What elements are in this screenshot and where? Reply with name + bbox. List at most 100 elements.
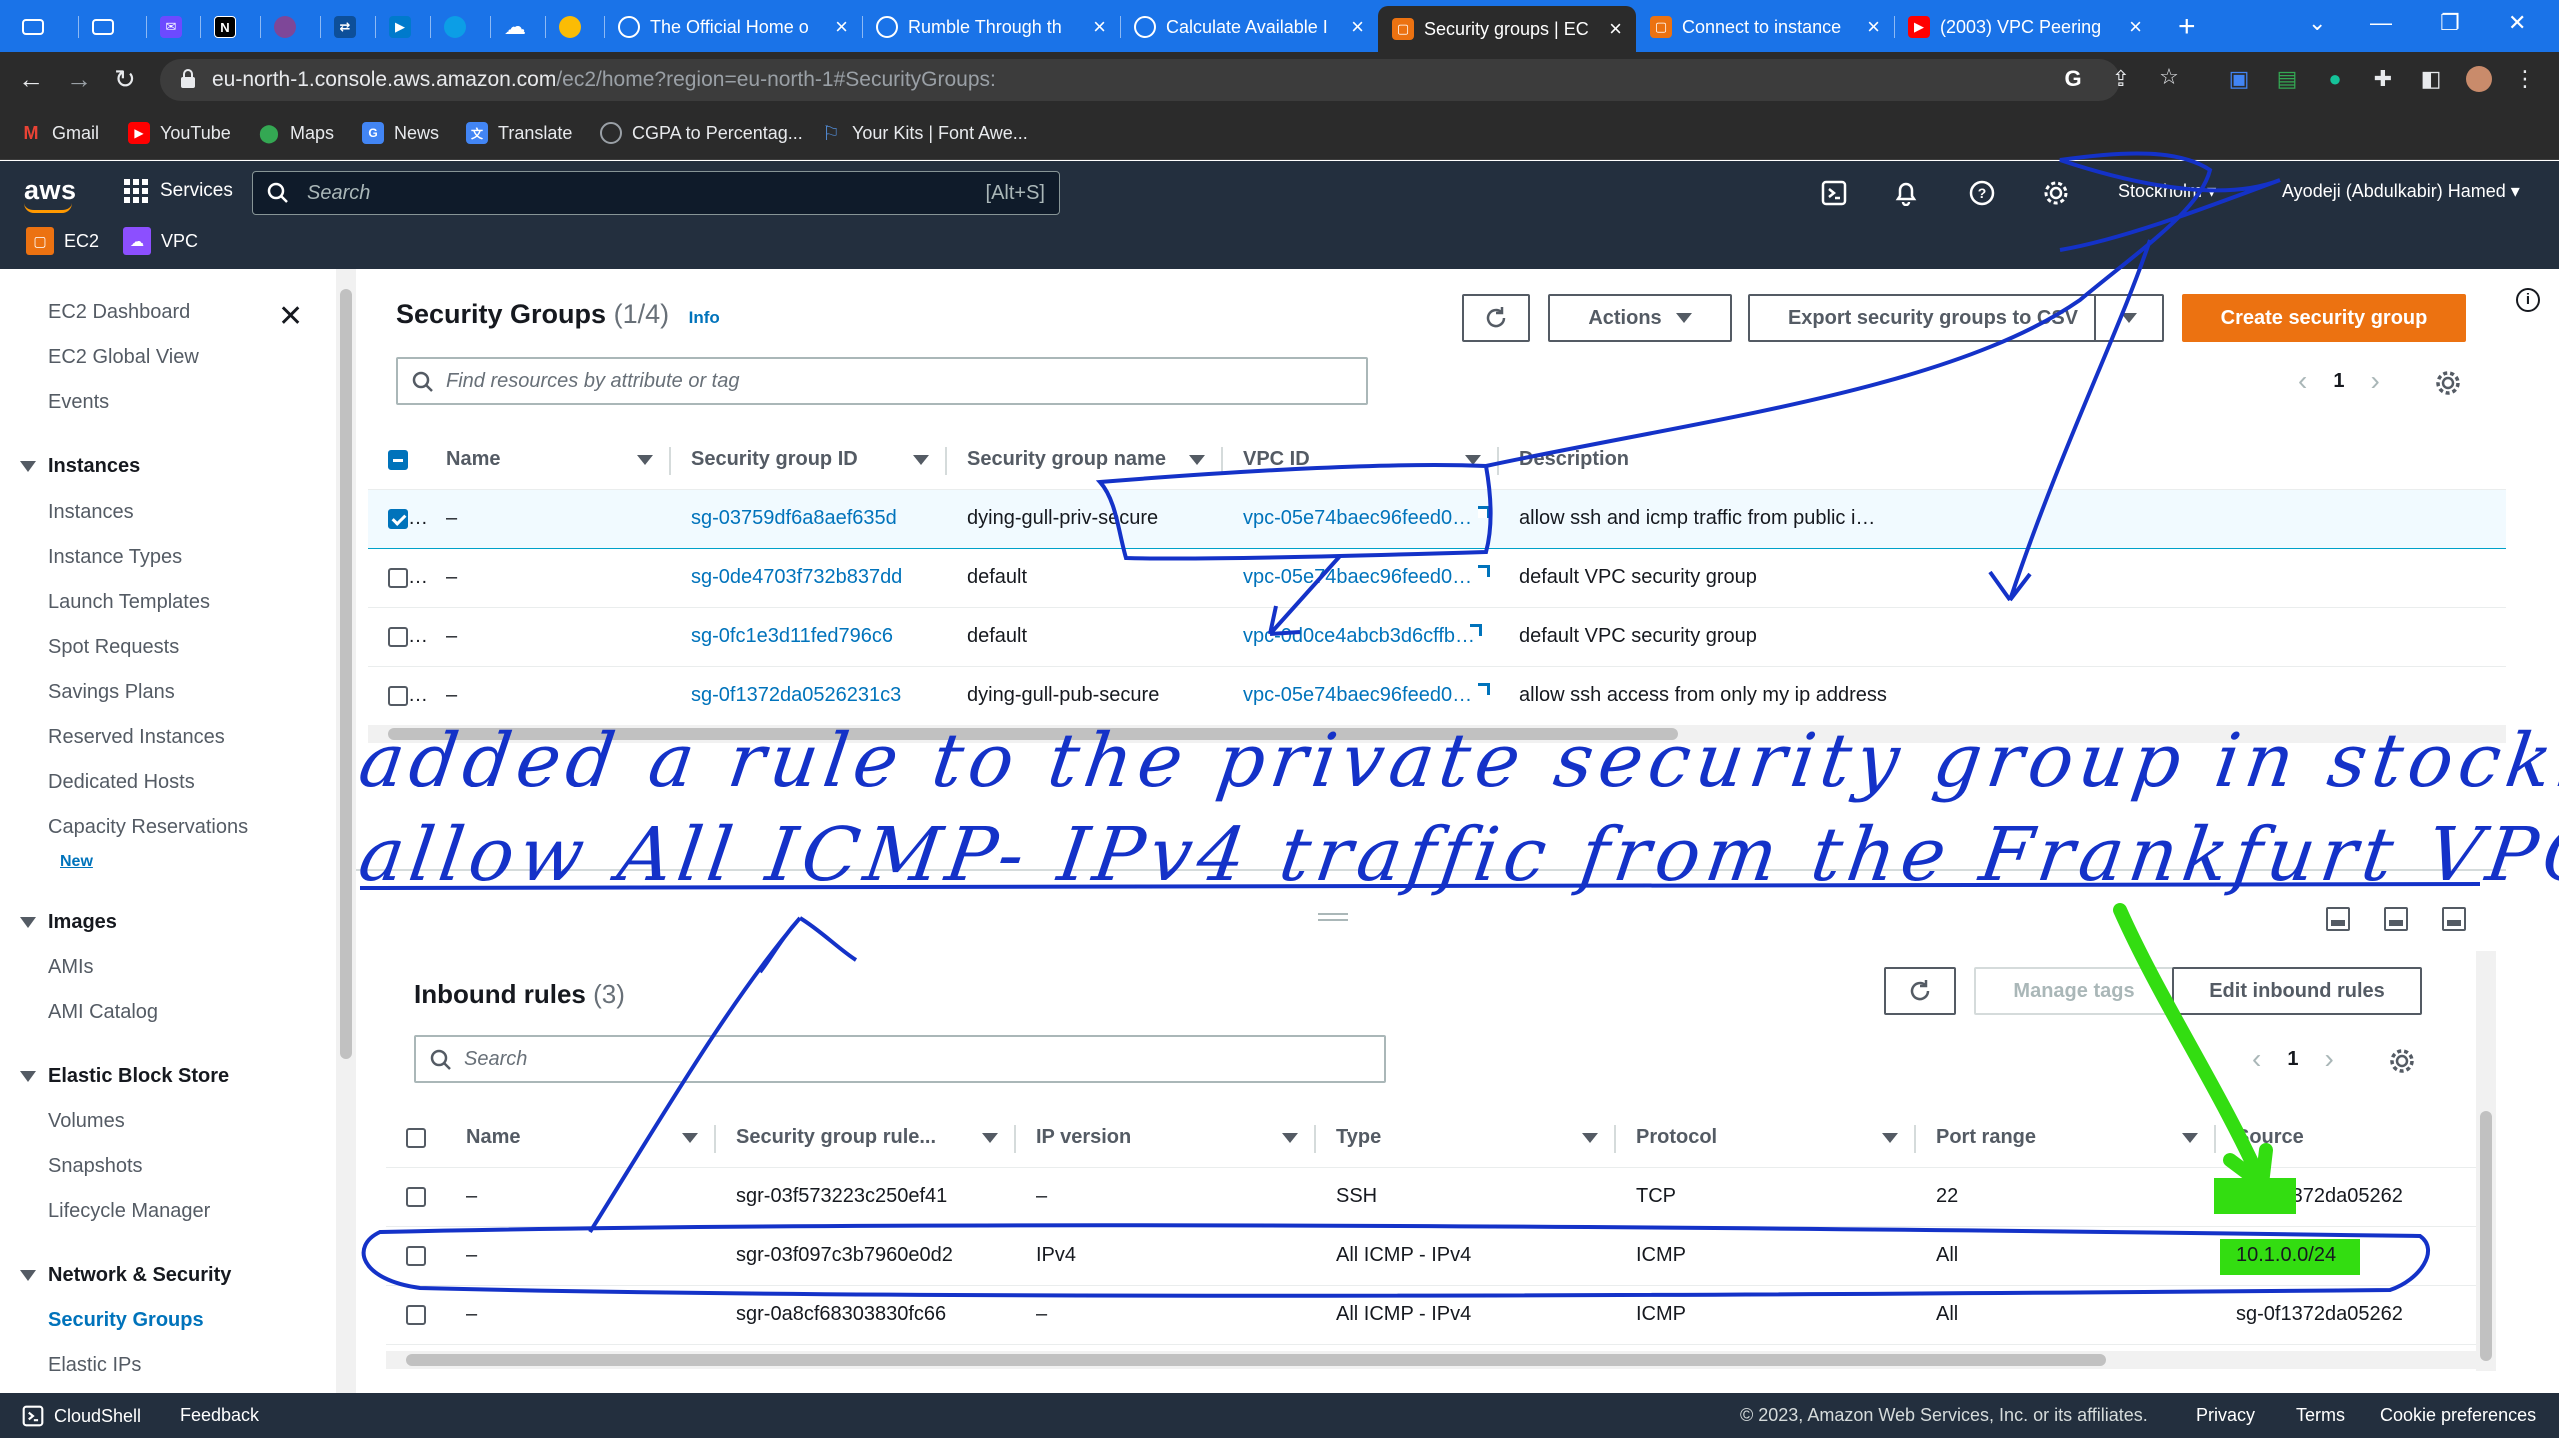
close-icon[interactable]: × [2129,14,2142,40]
sidebar-item-lifecycle-manager[interactable]: Lifecycle Manager [48,1200,210,1223]
gear-icon[interactable] [2388,1047,2416,1075]
aws-logo[interactable]: aws [24,175,77,213]
help-icon[interactable]: ? [1966,177,1998,209]
panel-vertical-scrollbar[interactable] [2476,951,2496,1371]
sidebar-section-images[interactable]: Images [20,911,117,934]
table-row[interactable]: – sg-0fc1e3d11fed796c6 default vpc-0d0ce… [368,607,2506,667]
column-header-name[interactable]: Name [446,1109,716,1168]
extensions-icon[interactable]: ✚ [2370,66,2396,92]
vpc-id-link[interactable]: vpc-05e74baec96feed08 [1223,666,1499,726]
browser-tab[interactable]: Calculate Available I × [1120,6,1378,48]
sidebar-item-spot-requests[interactable]: Spot Requests [48,636,179,659]
bookmark-translate[interactable]: 文 Translate [466,122,572,144]
region-selector[interactable]: Stockholm ▾ [2118,181,2216,202]
info-link[interactable]: Info [689,308,720,327]
row-checkbox[interactable] [406,1245,426,1266]
browser-tab[interactable]: The Official Home o × [604,6,862,48]
edit-inbound-rules-button[interactable]: Edit inbound rules [2172,967,2422,1015]
row-checkbox[interactable] [406,1186,426,1207]
star-icon[interactable]: ☆ [2156,64,2182,90]
forward-icon[interactable]: → [66,64,92,95]
table-row[interactable]: – sg-0f1372da0526231c3 dying-gull-pub-se… [368,666,2506,726]
vpc-id-link[interactable]: vpc-0d0ce4abcb3d6cffb [1223,607,1499,667]
export-dropdown-button[interactable] [2094,294,2164,342]
close-window-icon[interactable]: ✕ [2508,10,2526,36]
table-row[interactable]: – sgr-03f573223c250ef41 – SSH TCP 22 sg-… [386,1167,2476,1227]
privacy-link[interactable]: Privacy [2196,1405,2255,1426]
sg-id-link[interactable]: sg-0f1372da0526231c3 [671,666,947,726]
close-icon[interactable]: × [1609,16,1622,42]
sidebar-item-reserved-instances[interactable]: Reserved Instances [48,726,225,749]
bookmark-youtube[interactable]: ▶ YouTube [128,122,231,144]
minimize-icon[interactable]: — [2370,10,2392,36]
scroll-thumb[interactable] [340,289,352,1059]
account-menu[interactable]: Ayodeji (Abdulkabir) Hamed ▾ [2282,181,2520,202]
menu-icon[interactable]: ⋮ [2512,66,2538,92]
grammarly-icon[interactable]: ● [2322,66,2348,92]
scroll-thumb[interactable] [406,1354,2106,1366]
info-icon[interactable]: i [2516,288,2540,312]
sidebar-item-snapshots[interactable]: Snapshots [48,1155,143,1178]
sidebar-item-events[interactable]: Events [48,391,109,414]
column-header-rule-id[interactable]: Security group rule... [716,1109,1016,1168]
browser-tab[interactable] [78,6,146,48]
back-icon[interactable]: ← [18,64,44,95]
sg-id-link[interactable]: sg-0fc1e3d11fed796c6 [671,607,947,667]
table-row[interactable]: – sg-0de4703f732b837dd default vpc-05e74… [368,548,2506,608]
filter-input[interactable]: Find resources by attribute or tag [396,357,1368,405]
row-checkbox[interactable] [388,626,408,647]
close-icon[interactable]: × [1351,14,1364,40]
reload-icon[interactable]: ↻ [114,64,136,95]
cookie-preferences-link[interactable]: Cookie preferences [2380,1405,2536,1426]
sidebar-section-network-security[interactable]: Network & Security [20,1264,231,1287]
close-icon[interactable]: ✕ [278,299,303,334]
sg-id-link[interactable]: sg-03759df6a8aef635d [671,488,947,549]
browser-tab[interactable] [260,6,328,48]
sidebar-item-elastic-ips[interactable]: Elastic IPs [48,1354,141,1377]
sidebar-item-ec2-global-view[interactable]: EC2 Global View [48,346,199,369]
sidebar-item-savings-plans[interactable]: Savings Plans [48,681,175,704]
chevron-left-icon[interactable]: ‹ [2298,365,2307,397]
select-all-checkbox[interactable] [388,449,408,470]
row-checkbox[interactable] [388,567,408,588]
gear-icon[interactable] [2434,369,2462,397]
column-header-port-range[interactable]: Port range [1916,1109,2216,1168]
bookmark-cgpa[interactable]: CGPA to Percentag... [600,122,803,144]
table-horizontal-scrollbar[interactable] [386,1351,2476,1369]
services-menu[interactable]: Services [124,179,233,203]
chevron-left-icon[interactable]: ‹ [2252,1043,2261,1075]
browser-tab[interactable]: ▢ Connect to instance × [1636,6,1894,48]
sidebar-item-amis[interactable]: AMIs [48,956,94,979]
row-checkbox[interactable] [406,1304,426,1325]
restore-icon[interactable]: ❐ [2440,10,2460,36]
sidepanel-icon[interactable]: ◧ [2418,66,2444,92]
select-all-header[interactable] [368,431,426,490]
actions-button[interactable]: Actions [1548,294,1732,342]
sidebar-item-capacity-reservations[interactable]: Capacity Reservations [48,816,248,839]
sidebar-item-launch-templates[interactable]: Launch Templates [48,591,210,614]
refresh-button[interactable] [1462,294,1530,342]
browser-tab[interactable] [545,6,613,48]
vpc-id-link[interactable]: vpc-05e74baec96feed08 [1223,488,1499,549]
resize-handle-icon[interactable] [1318,913,1348,921]
column-header-sg-id[interactable]: Security group ID [671,431,947,490]
sg-id-link[interactable]: sg-0de4703f732b837dd [671,548,947,608]
sidebar-item-ec2-dashboard[interactable]: EC2 Dashboard [48,301,190,324]
inbound-search-input[interactable]: Search [414,1035,1386,1083]
column-header-description[interactable]: Description [1499,431,2506,490]
bookmark-fontawesome[interactable]: ⚐ Your Kits | Font Awe... [820,122,1028,145]
bookmark-news[interactable]: G News [362,122,439,144]
browser-tab[interactable]: N [200,6,268,48]
sidebar-item-volumes[interactable]: Volumes [48,1110,125,1133]
column-header-ip-version[interactable]: IP version [1016,1109,1316,1168]
sidebar-section-instances[interactable]: Instances [20,455,140,478]
bookmark-gmail[interactable]: M Gmail [20,122,100,144]
column-header-sg-name[interactable]: Security group name [947,431,1223,490]
panel-side-icon[interactable] [2384,907,2408,931]
chevron-right-icon[interactable]: › [2324,1043,2333,1075]
terms-link[interactable]: Terms [2296,1405,2345,1426]
close-icon[interactable]: × [1093,14,1106,40]
refresh-button[interactable] [1884,967,1956,1015]
tab-search-icon[interactable]: ⌄ [2308,10,2326,36]
sidebar-scrollbar[interactable] [336,269,356,1393]
